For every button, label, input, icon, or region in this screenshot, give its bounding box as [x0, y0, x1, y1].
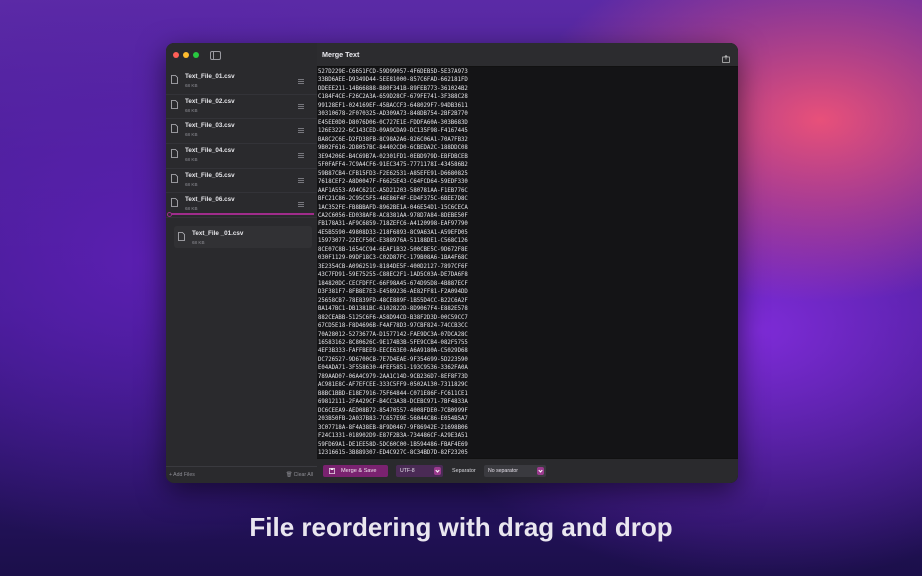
file-list-item[interactable]: Text_File_05.csv 68 KB	[166, 169, 317, 194]
sidebar-footer: + Add Files 🗑 Clear All	[166, 466, 317, 483]
file-name: Text_File_02.csv	[185, 97, 235, 105]
dragging-file-item[interactable]: Text_File _01.csv 68 KB	[174, 226, 312, 248]
drag-handle-icon[interactable]	[298, 103, 304, 110]
file-size: 68 KB	[185, 132, 198, 138]
dragging-file-size: 68 KB	[192, 240, 205, 245]
share-icon[interactable]	[722, 50, 730, 63]
file-name: Text_File_05.csv	[185, 171, 235, 179]
file-list-item[interactable]: Text_File_03.csv 68 KB	[166, 119, 317, 145]
file-size: 68 KB	[185, 83, 198, 88]
minimize-window-button[interactable]	[183, 52, 189, 58]
sidebar-toggle-icon[interactable]	[210, 51, 221, 60]
dragging-file-name: Text_File _01.csv	[192, 230, 244, 237]
encoding-select[interactable]: UTF-8	[396, 465, 443, 477]
document-icon	[171, 75, 178, 84]
trash-icon: 🗑	[285, 472, 293, 478]
drag-handle-icon[interactable]	[298, 177, 304, 184]
file-name: Text_File_06.csv	[185, 196, 235, 204]
sidebar: Text_File_01.csv 68 KB Text_File_02.csv 68 …	[166, 43, 318, 483]
window-title: Merge Text	[322, 50, 360, 59]
drag-handle-icon[interactable]	[298, 79, 304, 85]
file-size: 68 KB	[185, 157, 198, 163]
add-files-button[interactable]: + Add Files	[169, 472, 195, 478]
merged-text-content: 527D229E-C6651FCD-59D99057-4F6DEB5D-5E37…	[318, 69, 468, 459]
separator-select[interactable]: No separator	[484, 465, 546, 477]
drag-handle-icon[interactable]	[298, 153, 304, 159]
chevron-down-icon	[434, 467, 441, 475]
document-icon	[171, 149, 178, 158]
file-list: Text_File_01.csv 68 KB Text_File_02.csv 68 …	[166, 70, 317, 219]
drop-indicator	[167, 211, 314, 216]
titlebar: Merge Text	[317, 43, 738, 67]
document-icon	[171, 173, 178, 183]
document-icon	[178, 232, 185, 241]
window-controls	[173, 52, 199, 58]
save-icon	[329, 468, 335, 474]
drag-handle-icon[interactable]	[298, 202, 304, 208]
merge-and-save-button[interactable]: Merge & Save	[323, 465, 388, 477]
close-window-button[interactable]	[173, 52, 179, 58]
file-name: Text_File_03.csv	[185, 122, 235, 130]
file-list-item[interactable]: Text_File_01.csv 68 KB	[166, 70, 317, 95]
document-icon	[171, 198, 178, 208]
app-window: Text_File_01.csv 68 KB Text_File_02.csv 68 …	[166, 43, 738, 483]
encoding-value: UTF-8	[400, 468, 415, 474]
file-size: 68 KB	[185, 181, 198, 187]
separator-label: Separator	[452, 468, 476, 474]
clear-all-label: Clear All	[293, 472, 313, 478]
bottom-toolbar: Merge & Save UTF-8 Separator No separato…	[317, 458, 738, 483]
zoom-window-button[interactable]	[193, 52, 199, 58]
file-list-item[interactable]: Text_File_04.csv 68 KB	[166, 144, 317, 169]
main-panel: Merge Text 527D229E-C6651FCD-59D99057-4F…	[317, 43, 738, 483]
drag-handle-icon[interactable]	[298, 128, 304, 134]
caption: File reordering with drag and drop	[249, 512, 673, 542]
file-list-item[interactable]: Text_File_02.csv 68 KB	[166, 95, 317, 120]
file-name: Text_File_01.csv	[185, 73, 235, 80]
file-name: Text_File_04.csv	[185, 147, 235, 155]
merge-and-save-label: Merge & Save	[341, 468, 377, 474]
file-size: 68 KB	[185, 107, 198, 113]
separator-value: No separator	[488, 468, 518, 474]
document-icon	[171, 99, 178, 109]
clear-all-button[interactable]: 🗑 Clear All	[286, 472, 313, 478]
merged-text-view[interactable]: 527D229E-C6651FCD-59D99057-4F6DEB5D-5E37…	[317, 67, 738, 459]
file-size: 68 KB	[185, 206, 198, 212]
document-icon	[171, 124, 178, 134]
chevron-down-icon	[537, 467, 544, 475]
